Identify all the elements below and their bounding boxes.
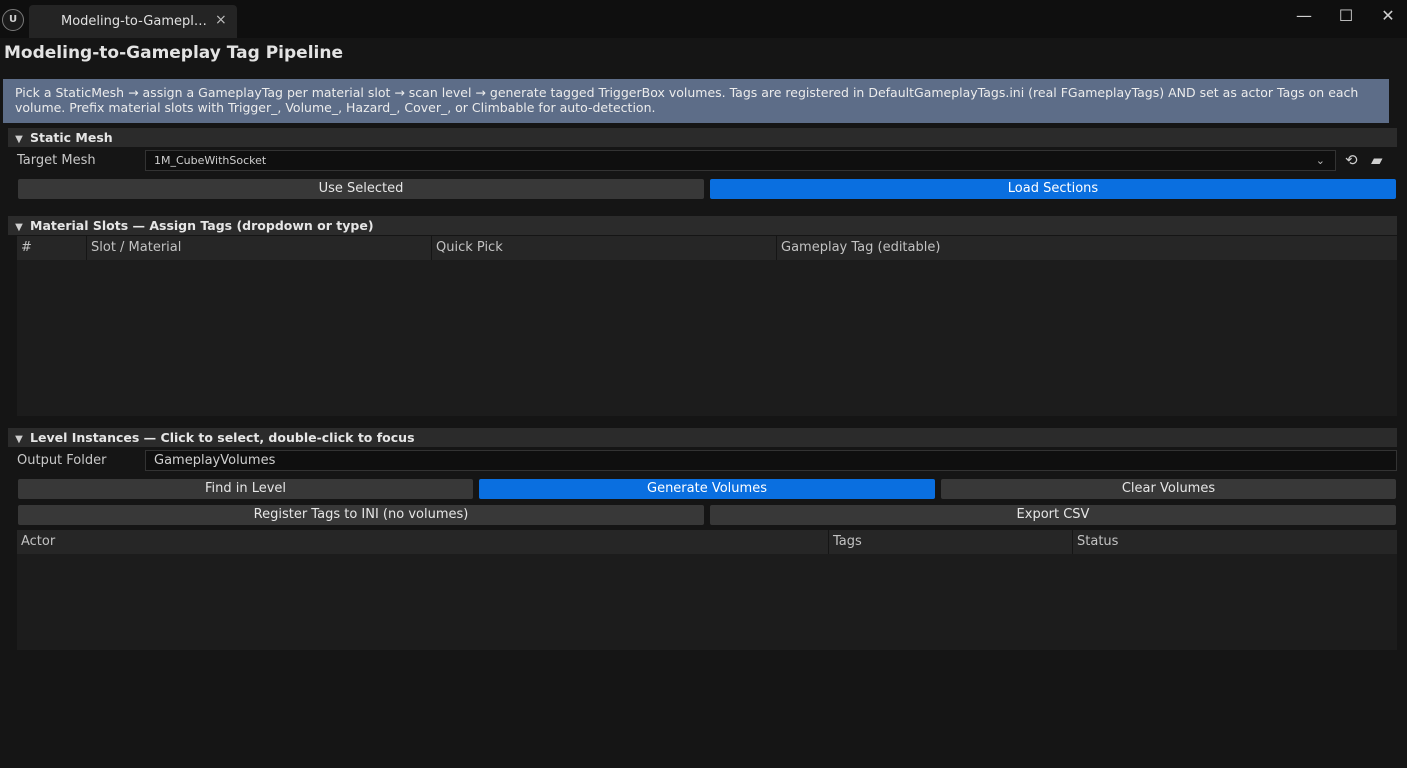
material-slots-table[interactable]: # Slot / Material Quick Pick Gameplay Ta… <box>17 236 1397 416</box>
section-header-static-mesh[interactable]: ▼ Static Mesh <box>8 128 1397 147</box>
column-header-quick-pick[interactable]: Quick Pick <box>432 236 777 260</box>
collapse-arrow-icon: ▼ <box>15 134 23 145</box>
clear-volumes-button[interactable]: Clear Volumes <box>941 479 1396 499</box>
output-folder-input[interactable]: GameplayVolumes <box>145 450 1397 471</box>
column-header-gameplay-tag[interactable]: Gameplay Tag (editable) <box>777 236 1397 260</box>
section-header-material-slots[interactable]: ▼ Material Slots — Assign Tags (dropdown … <box>8 216 1397 235</box>
section-title: Material Slots — Assign Tags (dropdown o… <box>30 218 374 233</box>
minimize-button[interactable]: — <box>1290 6 1318 25</box>
info-banner: Pick a StaticMesh → assign a GameplayTag… <box>3 79 1389 123</box>
section-title: Level Instances — Click to select, doubl… <box>30 430 415 445</box>
export-csv-button[interactable]: Export CSV <box>710 505 1396 525</box>
section-header-level-instances[interactable]: ▼ Level Instances — Click to select, doub… <box>8 428 1397 447</box>
tab-label: Modeling-to-Gameplay Tag Pipeline <box>61 14 209 29</box>
use-selected-button[interactable]: Use Selected <box>18 179 704 199</box>
output-folder-label: Output Folder <box>17 453 107 468</box>
collapse-arrow-icon: ▼ <box>15 434 23 445</box>
page-title: Modeling-to-Gameplay Tag Pipeline <box>4 43 343 63</box>
maximize-button[interactable]: ☐ <box>1332 6 1360 25</box>
column-header-index[interactable]: # <box>17 236 87 260</box>
section-title: Static Mesh <box>30 130 113 145</box>
browse-to-asset-icon[interactable]: ⟲ <box>1345 151 1358 169</box>
register-tags-button[interactable]: Register Tags to INI (no volumes) <box>18 505 704 525</box>
target-mesh-value: 1M_CubeWithSocket <box>154 154 267 167</box>
level-instances-table[interactable]: Actor Tags Status <box>17 530 1397 650</box>
tab-modeling-to-gameplay[interactable]: Modeling-to-Gameplay Tag Pipeline × <box>29 5 237 38</box>
collapse-arrow-icon: ▼ <box>15 222 23 233</box>
load-sections-button[interactable]: Load Sections <box>710 179 1396 199</box>
target-mesh-dropdown[interactable]: 1M_CubeWithSocket ⌄ <box>145 150 1336 171</box>
column-header-tags[interactable]: Tags <box>829 530 1073 554</box>
generate-volumes-button[interactable]: Generate Volumes <box>479 479 935 499</box>
chevron-down-icon: ⌄ <box>1315 154 1325 167</box>
column-header-slot-material[interactable]: Slot / Material <box>87 236 432 260</box>
column-header-status[interactable]: Status <box>1073 530 1397 554</box>
target-mesh-label: Target Mesh <box>17 153 96 168</box>
table-header: Actor Tags Status <box>17 530 1397 554</box>
close-window-button[interactable]: ✕ <box>1374 6 1402 25</box>
unreal-logo-icon[interactable]: U <box>2 9 24 31</box>
tab-close-icon[interactable]: × <box>215 12 227 28</box>
column-header-actor[interactable]: Actor <box>17 530 829 554</box>
find-in-level-button[interactable]: Find in Level <box>18 479 473 499</box>
title-bar: U Modeling-to-Gameplay Tag Pipeline × — … <box>0 0 1407 38</box>
find-in-content-browser-icon[interactable]: ▰ <box>1371 151 1383 169</box>
table-header: # Slot / Material Quick Pick Gameplay Ta… <box>17 236 1397 260</box>
